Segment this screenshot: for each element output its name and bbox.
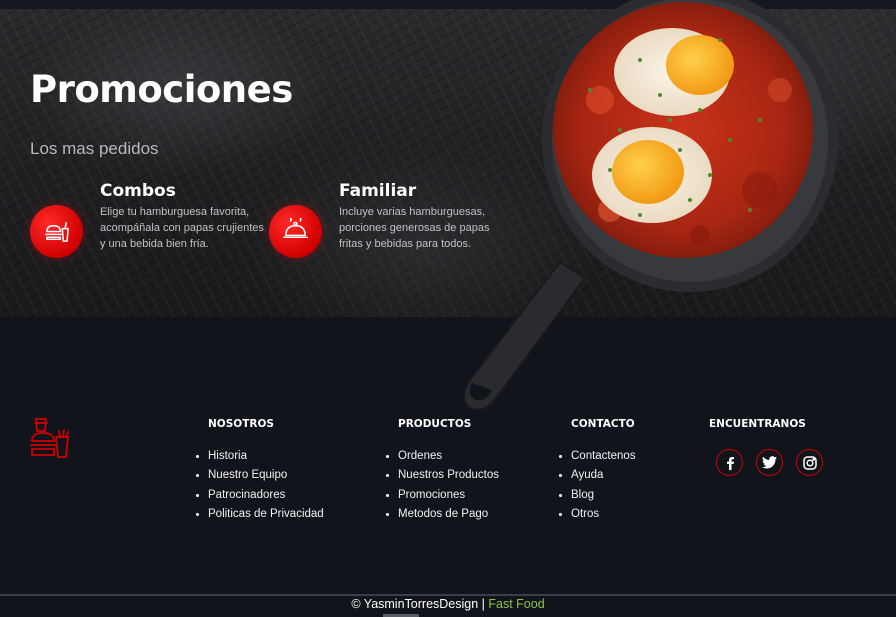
footer-heading-encuentranos: ENCUENTRANOS [709, 418, 806, 430]
copyright-bar: © YasminTorresDesign | Fast Food [0, 597, 896, 611]
footer-heading-productos: PRODUCTOS [398, 418, 472, 430]
promo-title-combos: Combos [100, 181, 176, 201]
footer-link-otros[interactable]: Otros [571, 505, 636, 524]
footer-link-patrocinadores[interactable]: Patrocinadores [208, 486, 324, 505]
page-subtitle: Los mas pedidos [30, 139, 159, 158]
copyright-text: © YasminTorresDesign | [351, 597, 485, 611]
facebook-icon[interactable] [716, 449, 743, 476]
food-tray-cloche-icon [269, 205, 322, 258]
footer-link-nuestro-equipo[interactable]: Nuestro Equipo [208, 466, 324, 485]
footer-list-contacto: Contactenos Ayuda Blog Otros [558, 447, 636, 524]
footer-link-nuestros-productos[interactable]: Nuestros Productos [398, 466, 499, 485]
footer-link-metodos-pago[interactable]: Metodos de Pago [398, 505, 499, 524]
footer-link-ordenes[interactable]: Ordenes [398, 447, 499, 466]
footer-link-contactenos[interactable]: Contactenos [571, 447, 636, 466]
footer-link-blog[interactable]: Blog [571, 486, 636, 505]
promo-description-combos: Elige tu hamburguesa favorita, acompáñal… [100, 206, 264, 250]
footer-divider [0, 594, 896, 596]
footer-list-productos: Ordenes Nuestros Productos Promociones M… [385, 447, 499, 524]
page-title: Promociones [30, 68, 293, 111]
footer-heading-contacto: CONTACTO [571, 418, 635, 430]
twitter-icon[interactable] [756, 449, 783, 476]
footer-link-historia[interactable]: Historia [208, 447, 324, 466]
promo-title-familiar: Familiar [339, 181, 417, 201]
copyright-brand[interactable]: Fast Food [488, 597, 544, 611]
footer-list-nosotros: Historia Nuestro Equipo Patrocinadores P… [195, 447, 324, 524]
footer-link-promociones[interactable]: Promociones [398, 486, 499, 505]
footer-link-ayuda[interactable]: Ayuda [571, 466, 636, 485]
instagram-icon[interactable] [796, 449, 823, 476]
promo-description-familiar: Incluye varias hamburguesas, porciones g… [339, 206, 490, 250]
fast-food-logo-icon[interactable] [30, 417, 70, 464]
fast-food-combo-icon [30, 205, 83, 258]
top-strip [0, 0, 896, 9]
promotions-hero [0, 9, 896, 317]
footer-link-politicas-privacidad[interactable]: Politicas de Privacidad [208, 505, 324, 524]
footer-heading-nosotros: NOSOTROS [208, 418, 274, 430]
